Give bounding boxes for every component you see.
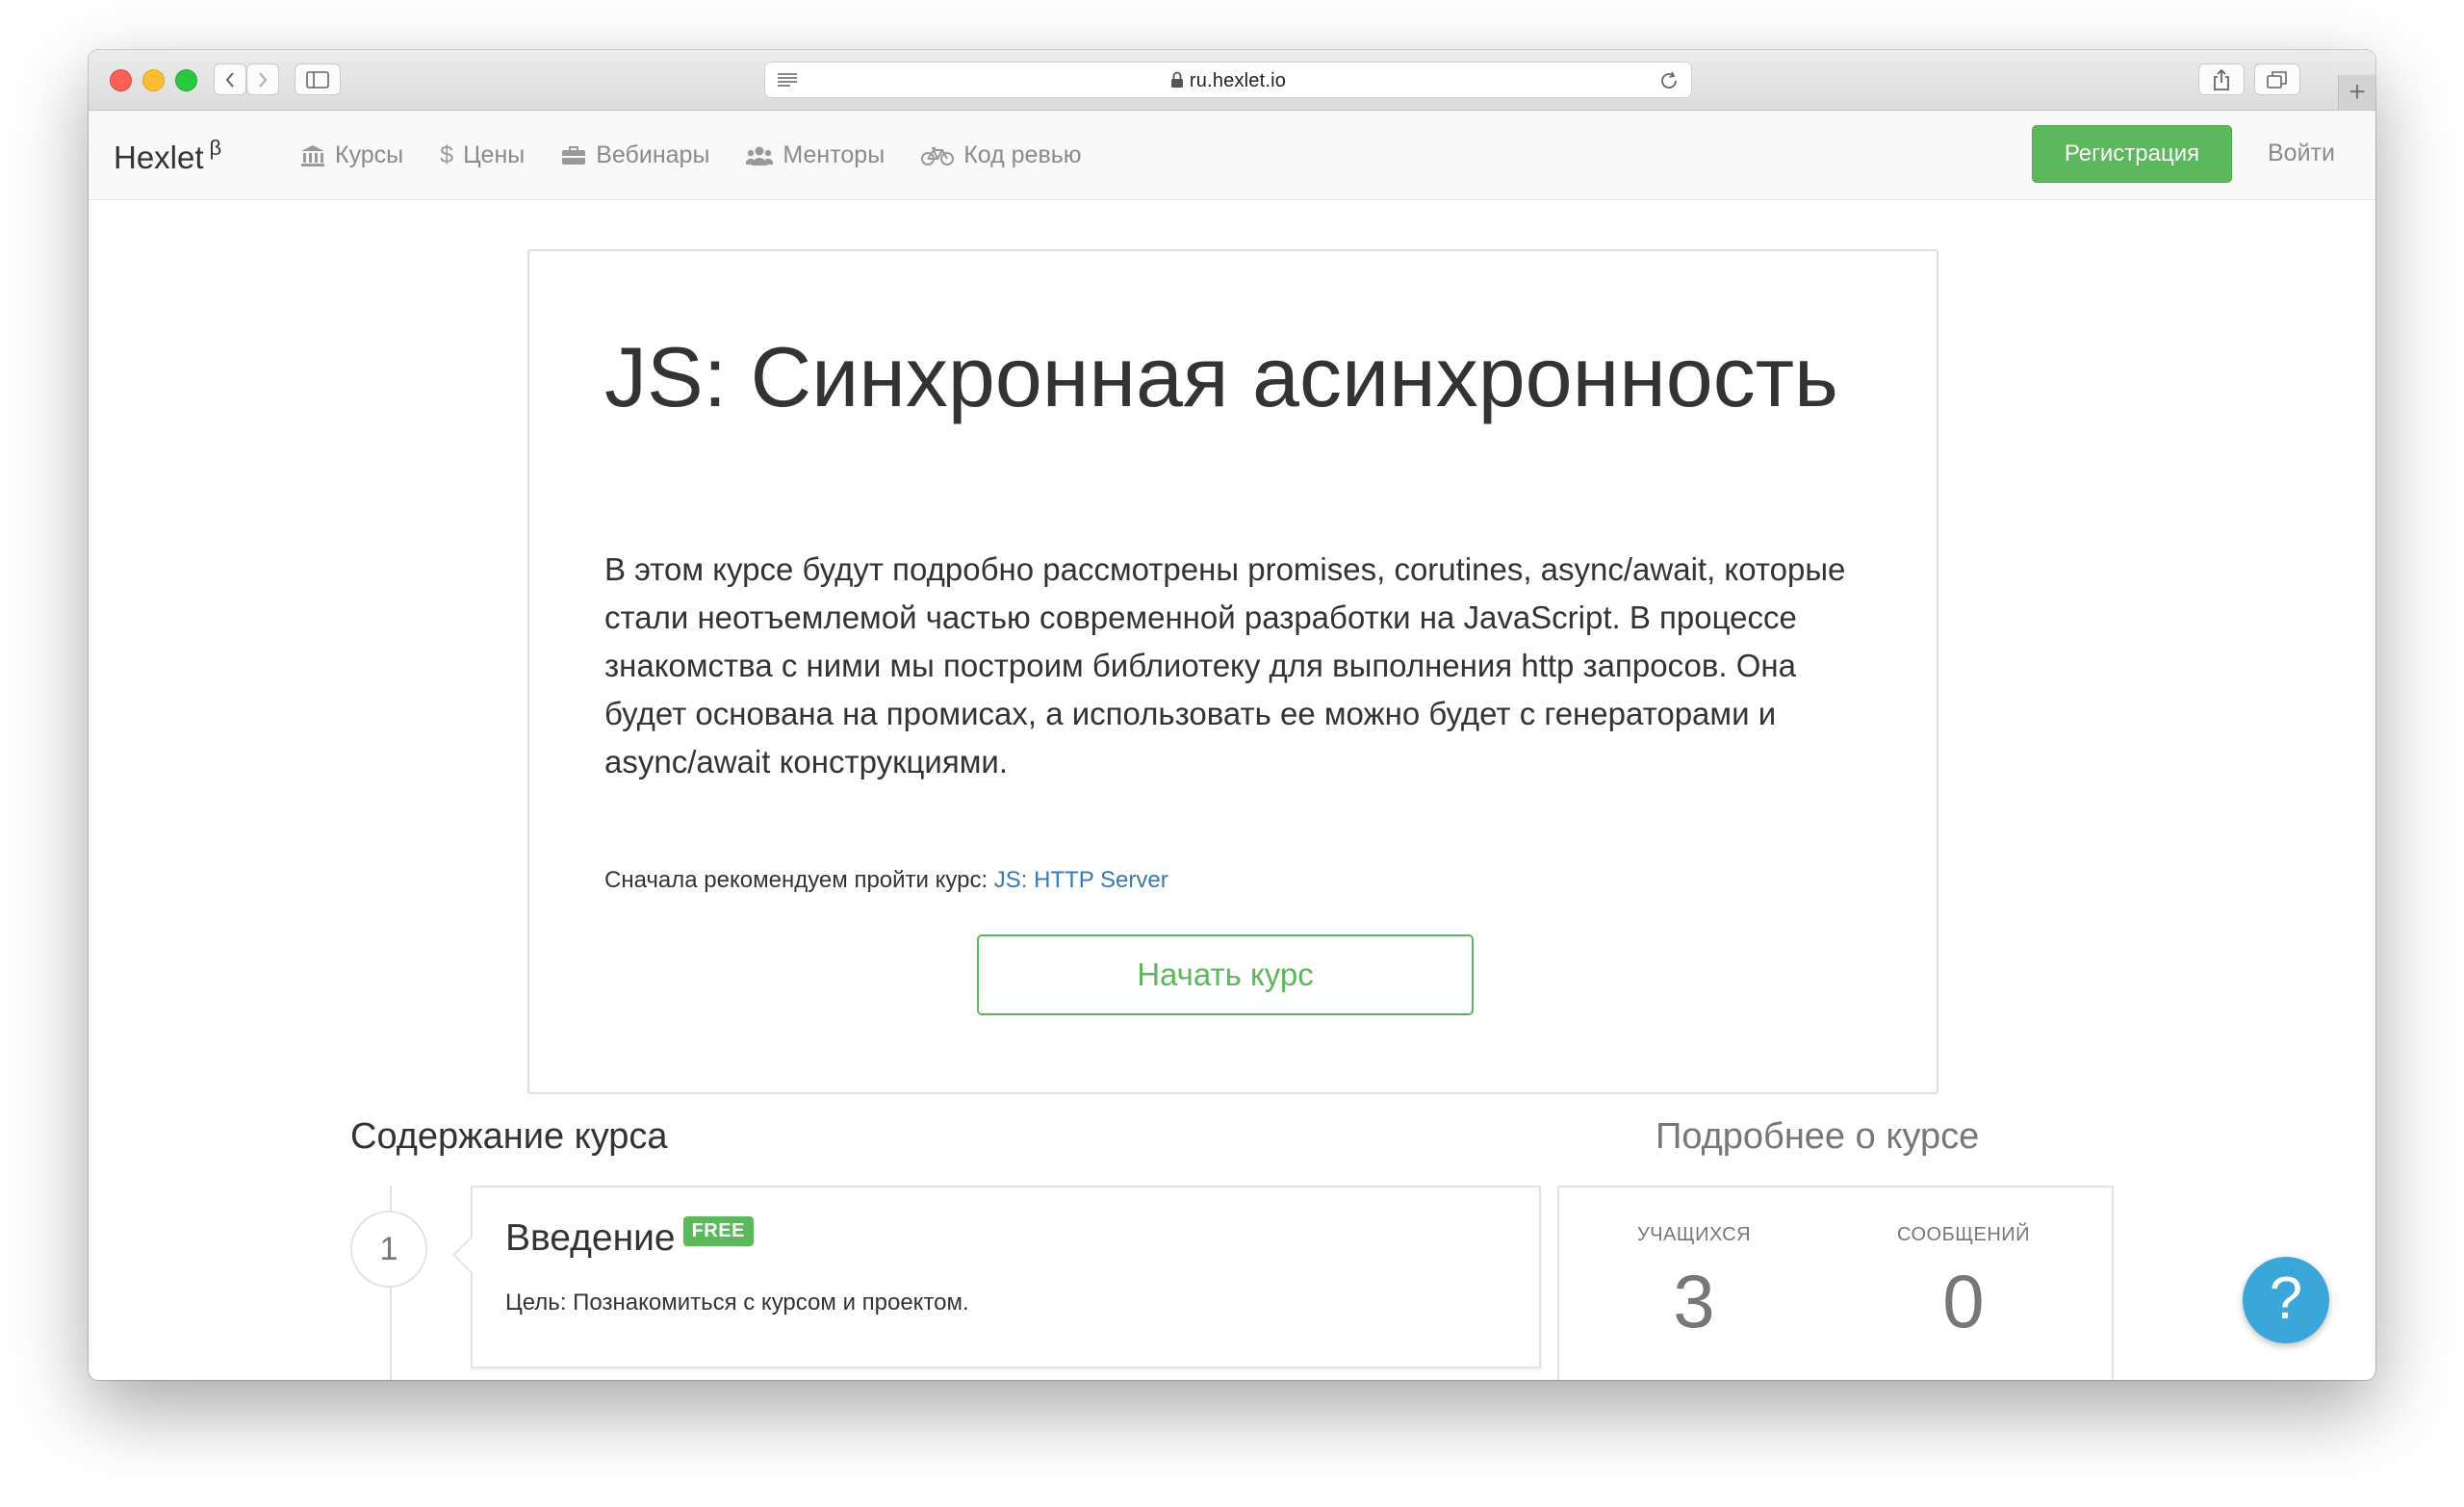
- nav-link-webinars[interactable]: Вебинары: [561, 141, 709, 169]
- close-window-button[interactable]: [110, 69, 132, 91]
- address-bar[interactable]: ru.hexlet.io: [764, 62, 1692, 98]
- course-recommendation: Сначала рекомендуем пройти курс: JS: HTT…: [604, 867, 1168, 894]
- forward-icon: [259, 71, 268, 88]
- nav-link-label: Курсы: [335, 141, 404, 168]
- stat-students: УЧАЩИХСЯ 3: [1578, 1224, 1810, 1339]
- lesson-goal: Цель: Познакомиться с курсом и проектом.: [505, 1290, 969, 1315]
- share-icon: [2214, 68, 2229, 90]
- stat-value: 0: [1942, 1259, 1985, 1343]
- nav-link-code-review[interactable]: Код ревью: [921, 141, 1082, 169]
- lesson-title[interactable]: Введение: [505, 1217, 676, 1259]
- lock-icon: [1170, 71, 1183, 88]
- nav-links: Курсы $ Цены Вебинары Менторы Код ревью: [300, 141, 1082, 169]
- users-icon: [746, 146, 774, 166]
- tabs-overview-button[interactable]: [2254, 64, 2300, 95]
- url-label: ru.hexlet.io: [1189, 70, 1287, 91]
- brand-beta: β: [209, 136, 222, 160]
- nav-link-mentors[interactable]: Менторы: [746, 141, 885, 169]
- course-stats-card: УЧАЩИХСЯ 3 СООБЩЕНИЙ 0: [1557, 1186, 2114, 1380]
- course-description: В этом курсе будут подробно рассмотрены …: [604, 551, 1846, 779]
- stat-messages: СООБЩЕНИЙ 0: [1848, 1224, 2079, 1339]
- nav-link-courses[interactable]: Курсы: [300, 141, 403, 169]
- brand-name: Hexlet: [114, 140, 204, 175]
- sidebar-button[interactable]: [295, 64, 341, 95]
- lesson-card-pointer: [452, 1236, 491, 1274]
- nav-link-label: Вебинары: [596, 141, 710, 168]
- start-course-button[interactable]: Начать курс: [977, 934, 1474, 1015]
- sidebar-icon: [306, 70, 329, 89]
- reload-icon[interactable]: [1658, 70, 1680, 91]
- briefcase-icon: [562, 145, 586, 165]
- help-button[interactable]: ?: [2243, 1257, 2329, 1343]
- stat-label: УЧАЩИХСЯ: [1636, 1224, 1752, 1245]
- brand-logo[interactable]: Hexlet β: [114, 136, 221, 176]
- minimize-window-button[interactable]: [142, 69, 165, 91]
- register-button[interactable]: Регистрация: [2032, 125, 2232, 183]
- lesson-title-row: Введение FREE: [505, 1216, 754, 1260]
- browser-toolbar: ru.hexlet.io +: [89, 50, 2375, 111]
- back-button[interactable]: [214, 64, 246, 95]
- recommended-course-link[interactable]: JS: HTTP Server: [994, 867, 1168, 893]
- bank-icon: [301, 144, 324, 166]
- site-navbar: Hexlet β Курсы $ Цены Вебинары Менторы Ко…: [89, 111, 2375, 200]
- back-icon: [225, 71, 234, 88]
- forward-button[interactable]: [246, 64, 279, 95]
- lesson-number: 1: [350, 1211, 427, 1288]
- plus-icon: +: [2348, 76, 2366, 108]
- zoom-window-button[interactable]: [175, 69, 197, 91]
- about-heading: Подробнее о курсе: [1656, 1116, 1980, 1157]
- nav-link-label: Цены: [463, 141, 526, 168]
- course-card: JS: Синхронная асинхронность В этом курс…: [527, 249, 1938, 1094]
- login-link[interactable]: Войти: [2268, 140, 2335, 167]
- lesson-card[interactable]: Введение FREE Цель: Познакомиться с курсо…: [452, 1186, 1541, 1368]
- dollar-icon: $: [440, 141, 454, 168]
- nav-link-prices[interactable]: $ Цены: [440, 141, 525, 169]
- stat-value: 3: [1673, 1259, 1715, 1343]
- url-text: ru.hexlet.io: [765, 70, 1691, 92]
- recommendation-text: Сначала рекомендуем пройти курс:: [604, 867, 988, 893]
- new-tab-button[interactable]: +: [2338, 75, 2375, 110]
- contents-heading: Содержание курса: [350, 1116, 668, 1157]
- course-title: JS: Синхронная асинхронность: [604, 329, 1838, 424]
- free-badge: FREE: [682, 1216, 754, 1246]
- bicycle-icon: [921, 146, 955, 166]
- nav-link-label: Код ревью: [963, 141, 1082, 168]
- stat-label: СООБЩЕНИЙ: [1896, 1224, 2031, 1245]
- nav-link-label: Менторы: [783, 141, 886, 168]
- share-button[interactable]: [2198, 64, 2245, 95]
- tabs-icon: [2267, 70, 2287, 89]
- browser-window: ru.hexlet.io + Hexlet β Курсы $ Цены Веб…: [89, 50, 2375, 1380]
